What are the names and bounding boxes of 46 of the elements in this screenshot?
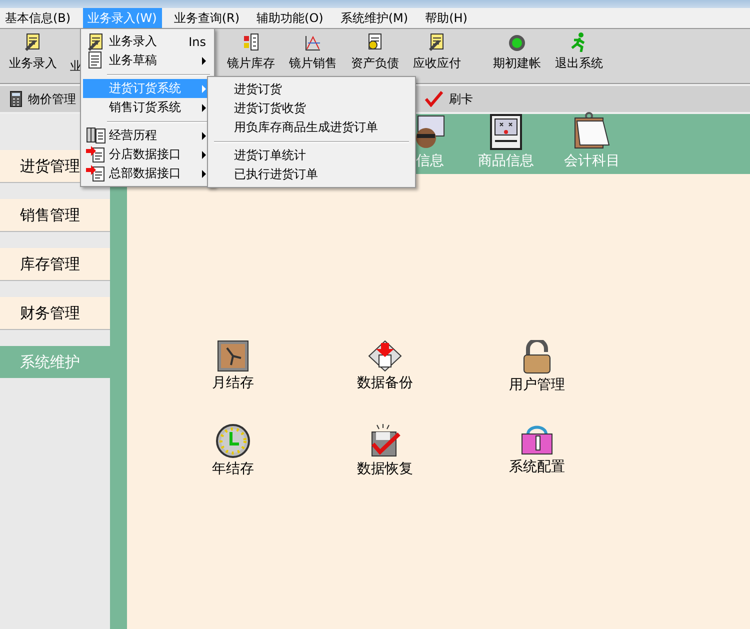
toolbar-button[interactable]: 镜片库存 [220, 29, 282, 74]
tool-button[interactable]: 年结存 [157, 424, 309, 478]
menu-item[interactable]: 帮助(H) [420, 8, 472, 28]
sidebar-item[interactable]: 销售管理 [0, 199, 110, 232]
toolbar-button[interactable]: 退出系统 [548, 29, 610, 74]
clock-frame-icon [217, 340, 249, 372]
menu-item[interactable]: 业务草稿 [83, 51, 212, 70]
tool-button[interactable]: 数据恢复 [309, 424, 461, 478]
toolbar-button[interactable]: 刷卡 [423, 90, 475, 108]
toolbar-button[interactable]: 镜片销售 [282, 29, 344, 74]
checkmark-icon [425, 91, 443, 107]
toolbar-button[interactable]: 物价管理 [8, 90, 78, 108]
clock-icon [216, 424, 250, 458]
menu-item[interactable]: 用负库存商品生成进货订单 [210, 118, 413, 137]
arrow-document-icon [86, 164, 106, 182]
toolbar-button[interactable]: 期初建帐 [486, 29, 548, 74]
menu-item[interactable]: 业务查询(R) [168, 8, 245, 28]
toolbar-button[interactable]: 业务录入 [2, 29, 64, 74]
toolbox-icon [520, 424, 554, 456]
chart-doc-icon [242, 32, 260, 52]
padlock-icon [522, 340, 552, 374]
toolbar-button[interactable]: 资产负债 [344, 29, 406, 74]
shortcut-label: Ins [188, 34, 206, 48]
tool-button[interactable]: 用户管理 [461, 340, 613, 394]
calculator-icon [10, 91, 22, 107]
tool-button[interactable]: 月结存 [157, 340, 309, 394]
menu-item[interactable]: 进货订货 [210, 80, 413, 99]
disk-check-icon [369, 424, 401, 458]
menu-item[interactable]: 进货订单统计 [210, 146, 413, 165]
books-icon [86, 126, 106, 144]
toolbar-button[interactable]: 应收应付 [406, 29, 468, 74]
document-icon [86, 51, 104, 69]
menu-item[interactable]: 基本信息(B) [0, 8, 76, 28]
disk-down-arrow-icon [368, 340, 402, 372]
chart-icon [304, 34, 322, 52]
menu-item[interactable]: 系统维护(M) [335, 8, 414, 28]
menu-item[interactable]: 业务录入 Ins [83, 32, 212, 51]
tool-button[interactable]: 系统配置 [461, 424, 613, 478]
menu-item[interactable]: 已执行进货订单 [210, 165, 413, 184]
arrow-document-icon [86, 145, 106, 163]
menu-item[interactable]: 进货订货收货 [210, 99, 413, 118]
menu-item[interactable]: 辅助功能(O) [252, 8, 328, 28]
tool-button[interactable]: 数据备份 [309, 340, 461, 394]
round-button-icon [508, 34, 526, 52]
sidebar-item[interactable]: 财务管理 [0, 297, 110, 330]
sidebar-item[interactable]: 库存管理 [0, 248, 110, 281]
